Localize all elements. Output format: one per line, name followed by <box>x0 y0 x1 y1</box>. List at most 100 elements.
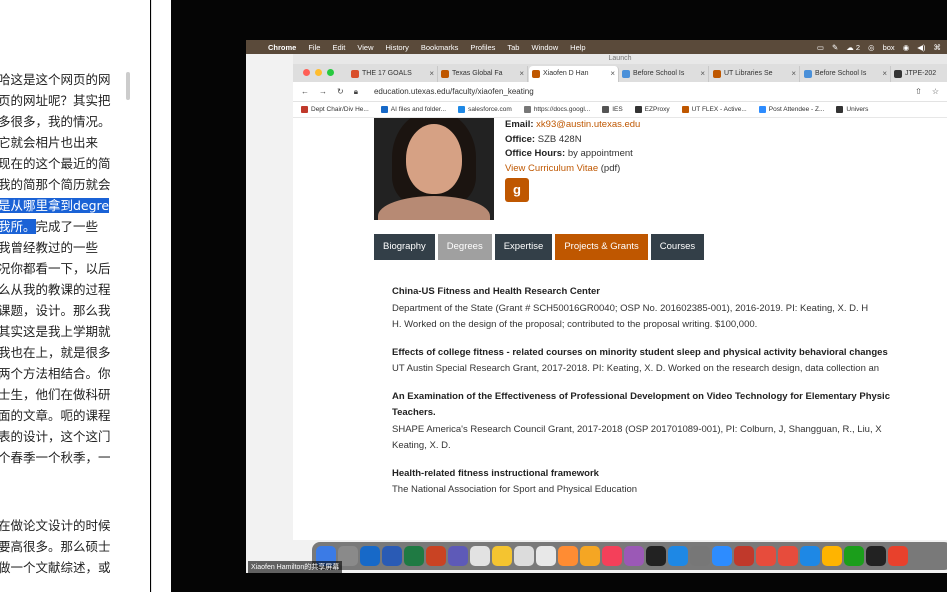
status-icon[interactable]: ▭ <box>817 43 824 52</box>
zoom-window-button[interactable] <box>327 69 334 76</box>
email-link[interactable]: xk93@austin.utexas.edu <box>536 119 640 130</box>
dock-app-icon[interactable] <box>844 546 864 566</box>
dock-app-icon[interactable] <box>360 546 380 566</box>
dock-app-icon[interactable] <box>580 546 600 566</box>
dock-app-icon[interactable] <box>866 546 886 566</box>
minimize-window-button[interactable] <box>315 69 322 76</box>
dock-app-icon[interactable] <box>470 546 490 566</box>
transcript-line: 是从哪里拿到degre <box>0 198 110 214</box>
bookmark-item[interactable]: EZProxy <box>634 106 670 113</box>
bookmark-label: IES <box>612 106 623 113</box>
dock-app-icon[interactable] <box>778 546 798 566</box>
bookmark-icon <box>836 106 844 113</box>
tab-close-icon[interactable]: × <box>519 66 524 82</box>
window-title: Launch <box>293 54 947 64</box>
transcript-text: 面的文章。呃的课程 <box>0 408 111 423</box>
url-field[interactable]: education.utexas.edu/faculty/xiaofen_kea… <box>374 87 534 96</box>
browser-tab[interactable]: THE 17 GOALS × <box>348 66 438 82</box>
dock-app-icon[interactable] <box>712 546 732 566</box>
transcript-text: 是从哪里拿到degre <box>0 198 110 213</box>
browser-tab[interactable]: Before School Is × <box>801 66 891 82</box>
project-title-cont: Teachers. <box>392 407 436 418</box>
share-icon[interactable]: ⇧ <box>915 87 922 96</box>
browser-tab[interactable]: Texas Global Fa × <box>438 66 528 82</box>
dock-app-icon[interactable] <box>690 546 710 566</box>
dock-app-icon[interactable] <box>668 546 688 566</box>
dock-app-icon[interactable] <box>888 546 908 566</box>
menu-bookmarks[interactable]: Bookmarks <box>421 43 459 52</box>
bookmark-item[interactable]: UT FLEX - Active... <box>681 106 747 113</box>
project-desc: UT Austin Special Research Grant, 2017-2… <box>392 363 880 374</box>
status-icon[interactable]: box <box>883 43 895 52</box>
menu-file[interactable]: File <box>308 43 320 52</box>
tab-close-icon[interactable]: × <box>429 66 434 82</box>
menu-history[interactable]: History <box>386 43 409 52</box>
star-icon[interactable]: ☆ <box>932 87 939 96</box>
dock-app-icon[interactable] <box>800 546 820 566</box>
dock-app-icon[interactable] <box>514 546 534 566</box>
bookmark-item[interactable]: https://docs.googl... <box>523 106 590 113</box>
transcript-text: 要高很多。那么硕士 <box>0 539 111 554</box>
dock-app-icon[interactable] <box>624 546 644 566</box>
tab-biography[interactable]: Biography <box>374 234 435 260</box>
browser-tab[interactable]: Xiaofen D Han × <box>529 66 619 82</box>
close-window-button[interactable] <box>303 69 310 76</box>
tab-projects-grants[interactable]: Projects & Grants <box>555 234 648 260</box>
dock-app-icon[interactable] <box>822 546 842 566</box>
dock-app-icon[interactable] <box>558 546 578 566</box>
contact-info: Email: xk93@austin.utexas.edu Office: SZ… <box>505 118 640 176</box>
status-icon[interactable]: ◀) <box>917 43 925 52</box>
back-icon[interactable]: ← <box>301 87 309 96</box>
bookmark-item[interactable]: Post Attendee - Z... <box>758 106 825 113</box>
transcript-scrollbar[interactable] <box>126 72 130 100</box>
dock-app-icon[interactable] <box>426 546 446 566</box>
browser-tab[interactable]: JTPE-202 <box>891 66 947 82</box>
menu-chrome[interactable]: Chrome <box>268 43 296 52</box>
dock-app-icon[interactable] <box>448 546 468 566</box>
dock-app-icon[interactable] <box>756 546 776 566</box>
bookmark-item[interactable]: Univers <box>836 106 868 113</box>
google-scholar-icon[interactable]: g <box>505 178 529 202</box>
tab-label: JTPE-202 <box>905 70 937 77</box>
bookmark-item[interactable]: Dept Chair/Div He... <box>301 106 369 113</box>
project-desc: Department of the State (Grant # SCH5001… <box>392 302 869 314</box>
browser-tab[interactable]: UT Libraries Se × <box>710 66 800 82</box>
dock-app-icon[interactable] <box>382 546 402 566</box>
status-icon[interactable]: ☁ 2 <box>846 43 860 52</box>
status-icon[interactable]: ◎ <box>868 43 875 52</box>
tab-strip: THE 17 GOALS × Texas Global Fa × Xiaofen D H… <box>293 64 947 82</box>
bookmark-item[interactable]: salesforce.com <box>458 106 512 113</box>
tab-expertise[interactable]: Expertise <box>494 234 553 260</box>
reload-icon[interactable]: ↻ <box>337 87 344 96</box>
transcript-text: 其实这是我上学期就 <box>0 324 111 339</box>
status-icon[interactable]: ⌘ <box>934 43 942 52</box>
cv-link[interactable]: View Curriculum Vitae <box>505 163 598 174</box>
dock-app-icon[interactable] <box>492 546 512 566</box>
status-icon[interactable]: ◉ <box>903 43 910 52</box>
menu-window[interactable]: Window <box>531 43 558 52</box>
tab-close-icon[interactable]: × <box>882 66 887 82</box>
dock-app-icon[interactable] <box>404 546 424 566</box>
transcript-line: 哈这是这个网页的网 <box>0 72 111 88</box>
dock-app-icon[interactable] <box>536 546 556 566</box>
menu-help[interactable]: Help <box>570 43 585 52</box>
dock-app-icon[interactable] <box>602 546 622 566</box>
dock-app-icon[interactable] <box>646 546 666 566</box>
forward-icon[interactable]: → <box>319 87 327 96</box>
menu-tab[interactable]: Tab <box>507 43 519 52</box>
tab-close-icon[interactable]: × <box>700 66 705 82</box>
browser-tab[interactable]: Before School Is × <box>619 66 709 82</box>
menu-edit[interactable]: Edit <box>332 43 345 52</box>
tab-close-icon[interactable]: × <box>610 66 615 82</box>
tab-degrees[interactable]: Degrees <box>437 234 492 260</box>
bookmark-label: Post Attendee - Z... <box>768 106 825 113</box>
transcript-line: 两个方法相结合。你 <box>0 366 111 382</box>
status-icon[interactable]: ✎ <box>832 43 838 52</box>
bookmark-item[interactable]: AI files and folder... <box>380 106 446 113</box>
bookmark-item[interactable]: IES <box>602 106 623 113</box>
menu-view[interactable]: View <box>357 43 373 52</box>
menu-profiles[interactable]: Profiles <box>470 43 495 52</box>
tab-courses[interactable]: Courses <box>650 234 705 260</box>
tab-close-icon[interactable]: × <box>791 66 796 82</box>
dock-app-icon[interactable] <box>734 546 754 566</box>
